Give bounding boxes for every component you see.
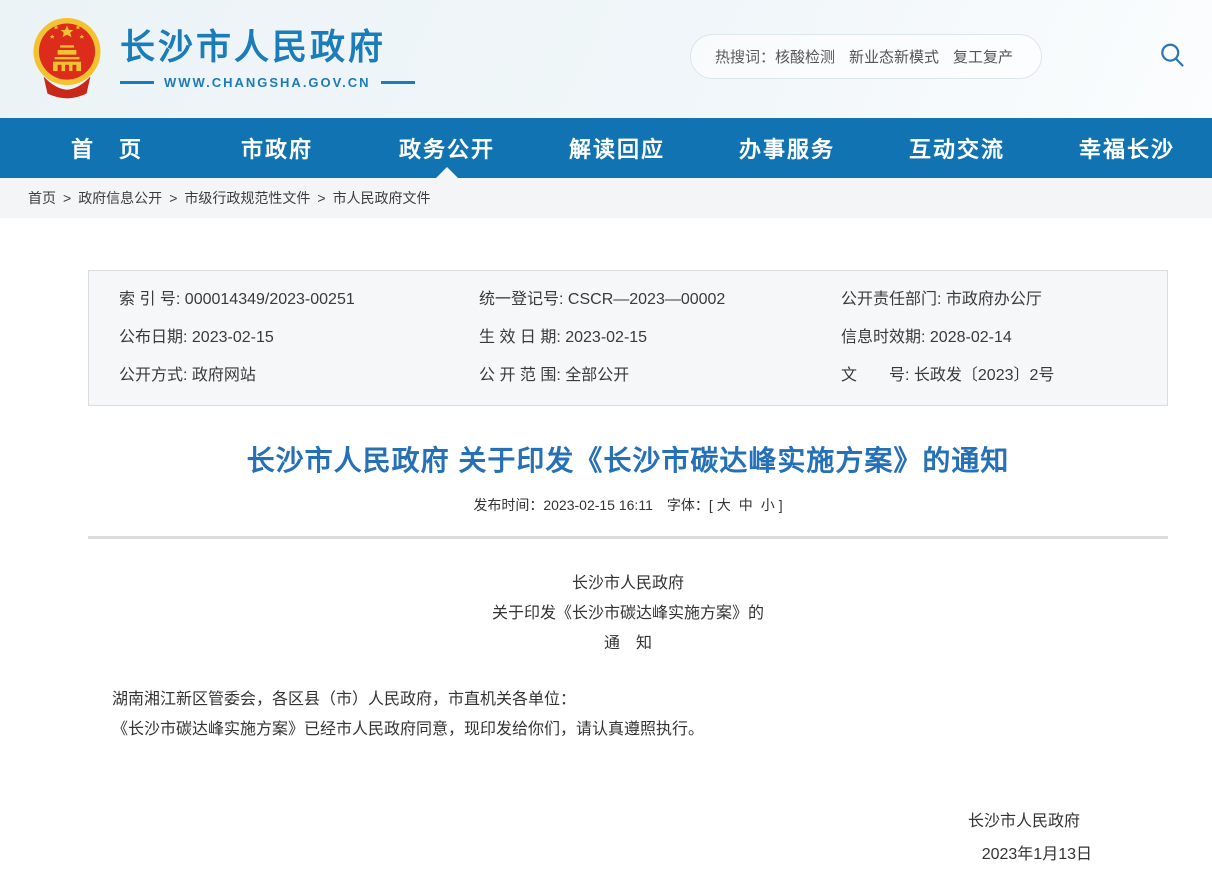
search-input[interactable]: 热搜词： 核酸检测 新业态新模式 复工复产 <box>690 34 1042 79</box>
hot-keyword[interactable]: 新业态新模式 <box>849 46 939 67</box>
meta-column-1: 索 引 号: 000014349/2023-00251 公布日期: 2023-0… <box>119 281 479 395</box>
hot-keyword[interactable]: 核酸检测 <box>775 46 835 67</box>
meta-open-scope: 公 开 范 围: 全部公开 <box>479 357 841 395</box>
breadcrumb-normative-docs[interactable]: 市级行政规范性文件 <box>184 188 310 208</box>
hot-keyword[interactable]: 复工复产 <box>953 46 1013 67</box>
meta-publish-date: 公布日期: 2023-02-15 <box>119 319 479 357</box>
nav-item-happy-changsha[interactable]: 幸福长沙 <box>1042 118 1212 178</box>
nav-item-gov-info[interactable]: 政务公开 <box>362 118 532 178</box>
site-url: WWW.CHANGSHA.GOV.CN <box>164 75 371 90</box>
site-logo[interactable]: 长沙市人民政府 WWW.CHANGSHA.GOV.CN <box>28 15 415 104</box>
meta-column-3: 公开责任部门: 市政府办公厅 信息时效期: 2028-02-14 文 号: 长政… <box>841 281 1167 395</box>
search-icon <box>1158 57 1186 72</box>
signature-issuer: 长沙市人民政府 <box>88 807 1168 837</box>
font-size-large[interactable]: 大 <box>717 497 731 513</box>
nav-item-interpretation[interactable]: 解读回应 <box>532 118 702 178</box>
font-size-label: 字体： <box>667 497 709 513</box>
article-meta-line: 发布时间：2023-02-15 16:11字体：[大中小] <box>88 495 1168 515</box>
main-content: 索 引 号: 000014349/2023-00251 公布日期: 2023-0… <box>88 270 1168 870</box>
nav-item-city-gov[interactable]: 市政府 <box>192 118 362 178</box>
meta-registration-number: 统一登记号: CSCR—2023—00002 <box>479 281 841 319</box>
publish-time-label: 发布时间： <box>473 497 543 513</box>
breadcrumb-separator: > <box>317 190 325 206</box>
signature-date: 2023年1月13日 <box>88 840 1168 870</box>
url-dash-right <box>381 81 415 84</box>
title-divider <box>88 536 1168 539</box>
meta-column-2: 统一登记号: CSCR—2023—00002 生 效 日 期: 2023-02-… <box>479 281 841 395</box>
nav-item-interaction[interactable]: 互动交流 <box>872 118 1042 178</box>
doc-paragraph: 《长沙市碳达峰实施方案》已经市人民政府同意，现印发给你们，请认真遵照执行。 <box>112 715 1168 745</box>
document-meta-table: 索 引 号: 000014349/2023-00251 公布日期: 2023-0… <box>88 270 1168 406</box>
document-signature: 长沙市人民政府 2023年1月13日 <box>88 807 1168 870</box>
search-area: 热搜词： 核酸检测 新业态新模式 复工复产 <box>690 34 1190 79</box>
nav-item-services[interactable]: 办事服务 <box>702 118 872 178</box>
nav-item-home[interactable]: 首 页 <box>22 118 192 178</box>
font-size-medium[interactable]: 中 <box>739 497 753 513</box>
meta-effective-date: 生 效 日 期: 2023-02-15 <box>479 319 841 357</box>
breadcrumb-separator: > <box>63 190 71 206</box>
meta-validity-period: 信息时效期: 2028-02-14 <box>841 319 1167 357</box>
hot-search-label: 热搜词： <box>715 46 775 67</box>
national-emblem-icon <box>28 15 106 104</box>
meta-publish-method: 公开方式: 政府网站 <box>119 357 479 395</box>
url-dash-left <box>120 81 154 84</box>
meta-document-number: 文 号: 长政发〔2023〕2号 <box>841 357 1167 395</box>
doc-heading-line: 通 知 <box>88 629 1168 659</box>
breadcrumb-current: 市人民政府文件 <box>333 188 431 208</box>
doc-paragraph: 湖南湘江新区管委会，各区县（市）人民政府，市直机关各单位： <box>112 685 1168 715</box>
meta-responsible-dept: 公开责任部门: 市政府办公厅 <box>841 281 1167 319</box>
doc-heading-line: 关于印发《长沙市碳达峰实施方案》的 <box>88 599 1168 629</box>
breadcrumb: 首页 > 政府信息公开 > 市级行政规范性文件 > 市人民政府文件 <box>0 178 1212 218</box>
site-header: 长沙市人民政府 WWW.CHANGSHA.GOV.CN 热搜词： 核酸检测 新业… <box>0 0 1212 118</box>
main-nav: 首 页 市政府 政务公开 解读回应 办事服务 互动交流 幸福长沙 <box>0 118 1212 178</box>
breadcrumb-home[interactable]: 首页 <box>28 188 56 208</box>
doc-heading-line: 长沙市人民政府 <box>88 569 1168 599</box>
site-title: 长沙市人民政府 <box>120 28 415 68</box>
breadcrumb-separator: > <box>169 190 177 206</box>
font-size-small[interactable]: 小 <box>761 497 775 513</box>
meta-index-number: 索 引 号: 000014349/2023-00251 <box>119 281 479 319</box>
page-title: 长沙市人民政府 关于印发《长沙市碳达峰实施方案》的通知 <box>88 444 1168 478</box>
breadcrumb-gov-info[interactable]: 政府信息公开 <box>78 188 162 208</box>
publish-time-value: 2023-02-15 16:11 <box>543 497 653 513</box>
document-body: 长沙市人民政府 关于印发《长沙市碳达峰实施方案》的 通 知 湖南湘江新区管委会，… <box>88 569 1168 870</box>
search-button[interactable] <box>1158 41 1186 72</box>
active-tab-indicator <box>436 167 458 178</box>
